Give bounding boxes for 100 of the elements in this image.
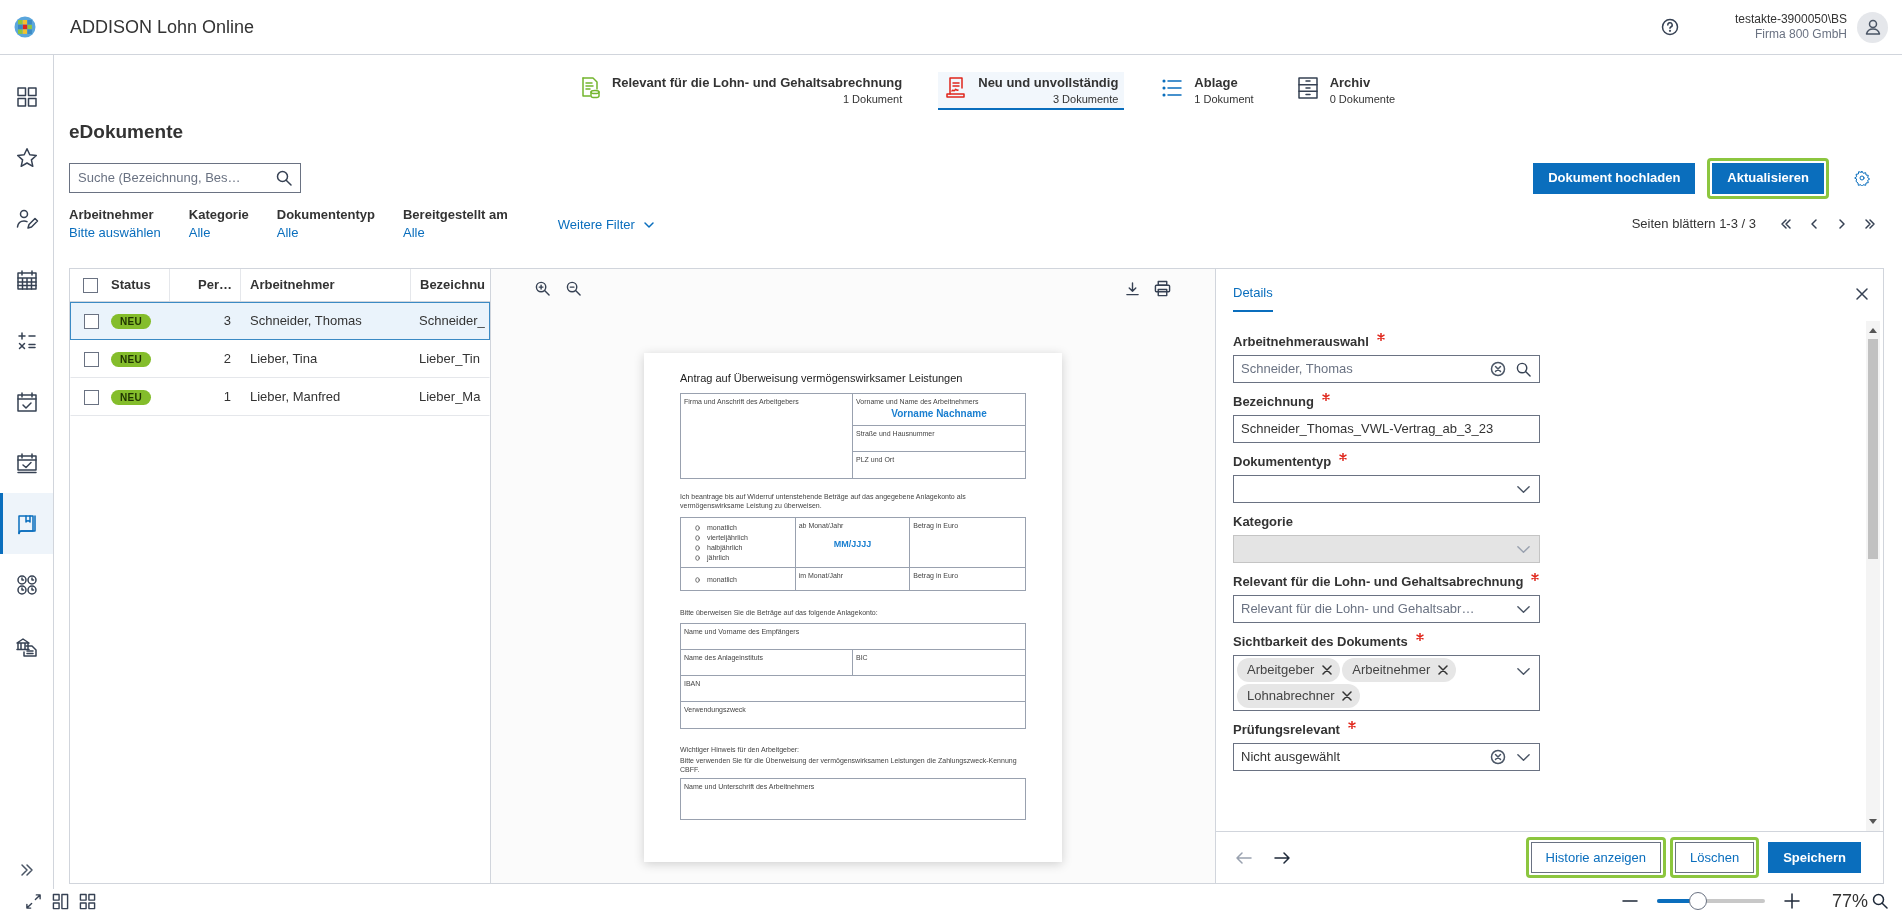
download-icon[interactable] [1125, 280, 1140, 296]
grid-icon [14, 84, 39, 109]
clear-icon[interactable] [1490, 361, 1506, 377]
column-header[interactable]: Status [111, 275, 151, 295]
field-label: Relevant für die Lohn- und Gehaltsabrechnung [1233, 573, 1524, 590]
sidebar-item[interactable] [0, 493, 53, 554]
help-icon[interactable] [1660, 18, 1679, 36]
radio-circle-icon [695, 524, 700, 531]
filter-value[interactable]: Alle [403, 224, 508, 242]
filter-value[interactable]: Bitte auswählen [69, 224, 161, 242]
period-cell-text: 2 [223, 350, 231, 369]
plus-icon[interactable] [1783, 893, 1800, 909]
form-name-placeholder: Vorname Nachname [890, 407, 988, 421]
action-button[interactable]: Dokument hochladen [1533, 162, 1696, 194]
footer-button[interactable]: Löschen [1675, 842, 1755, 873]
document-title: Antrag auf Überweisung vermögenswirksamer Leistungen [680, 371, 964, 385]
table-row[interactable]: NEU 1 Lieber, Manfred Lieber_Ma [70, 378, 490, 416]
footer-button[interactable]: Historie anzeigen [1530, 842, 1661, 873]
filter-label: Dokumententyp [276, 206, 375, 224]
search-input[interactable]: Suche (Bezeichnung, Bes… [78, 168, 276, 188]
status-badge: NEU [111, 313, 151, 329]
tag-chip[interactable]: Lohnabrechner [1237, 684, 1361, 708]
split-view-icon[interactable] [52, 892, 69, 910]
title-cell: Lieber_Ma [419, 389, 481, 405]
printer-icon[interactable] [1154, 279, 1171, 297]
more-filters-button[interactable]: Weitere Filter [557, 215, 655, 235]
page-title: eDokumente [69, 120, 185, 145]
input-field[interactable]: Schneider_Thomas_VWL-Vertrag_ab_3_23 [1233, 415, 1540, 443]
dropdown-field[interactable]: Relevant für die Lohn- und Gehaltsabr… [1233, 595, 1540, 623]
period-cell-text: 1 [223, 388, 231, 407]
filter-value[interactable]: Alle [276, 224, 375, 242]
remove-icon[interactable] [1342, 691, 1353, 701]
employee-cell: Lieber, Tina [250, 351, 318, 367]
calendar-check-icon [14, 450, 39, 475]
field-label: Bezeichnung [1233, 393, 1314, 410]
date-placeholder: MM/JJJJ [832, 538, 873, 550]
checkbox[interactable] [83, 351, 99, 367]
arrow-right-icon[interactable] [1274, 849, 1290, 866]
field-label: Sichtbarkeit des Dokuments [1233, 633, 1408, 650]
chevrons-left-icon[interactable] [1779, 216, 1793, 231]
zoom-in-icon[interactable] [535, 280, 550, 296]
file-cabinet-icon [1295, 76, 1320, 100]
document-tab[interactable]: Archiv 0 Dokumente [1289, 72, 1402, 110]
radio-circle-icon [695, 544, 700, 551]
checkbox[interactable] [83, 277, 98, 293]
dropdown-field[interactable] [1233, 475, 1540, 503]
tags-field[interactable]: Arbeitgeber Arbeitnehmer Lohnabrechner [1233, 655, 1540, 711]
filter-value[interactable]: Alle [188, 224, 249, 242]
text-input[interactable]: Schneider, Thomas [1241, 359, 1480, 379]
footer-button[interactable]: Speichern [1768, 842, 1861, 873]
expand-arrows-icon[interactable] [25, 892, 42, 910]
remove-icon[interactable] [1322, 665, 1333, 675]
field-label: Dokumententyp [1233, 453, 1332, 470]
scroll-down-icon [1869, 819, 1877, 825]
company-name: Firma 800 GmbH [1754, 27, 1847, 42]
search-field[interactable]: Suche (Bezeichnung, Bes… [69, 163, 301, 193]
dropdown-field[interactable]: Nicht ausgewählt [1233, 743, 1540, 771]
checkbox[interactable] [83, 389, 99, 405]
avatar[interactable] [1857, 11, 1888, 43]
close-icon[interactable] [1855, 287, 1869, 301]
scrollbar-thumb[interactable] [1868, 339, 1878, 559]
column-header[interactable]: Per… [198, 275, 232, 295]
search-icon[interactable] [1516, 361, 1531, 377]
action-button[interactable]: Aktualisieren [1712, 162, 1824, 194]
document-tab[interactable]: Relevant für die Lohn- und Gehaltsabrechnung 1 Dokument [571, 72, 909, 110]
field-label: Prüfungsrelevant [1233, 721, 1340, 738]
clocks-icon [14, 572, 39, 597]
title-cell: Schneider_ [419, 313, 485, 329]
dropdown-input[interactable]: Relevant für die Lohn- und Gehaltsabr… [1241, 599, 1506, 619]
user-name: testakte-3900050\BS [1734, 12, 1847, 27]
clear-icon[interactable] [1490, 749, 1506, 765]
column-header[interactable]: Bezeichnu [420, 275, 485, 295]
details-tab[interactable]: Details [1233, 281, 1273, 312]
scrollbar[interactable] [1866, 321, 1880, 831]
logo-icon [14, 16, 36, 38]
zoom-out-icon[interactable] [566, 280, 581, 296]
tag-chip[interactable]: Arbeitgeber [1237, 658, 1341, 682]
chevrons-right-icon[interactable] [1863, 216, 1877, 231]
input-field[interactable]: Schneider, Thomas [1233, 355, 1540, 383]
column-header[interactable]: Arbeitnehmer [250, 275, 335, 295]
grid-view-icon[interactable] [79, 892, 96, 910]
document-tab[interactable]: Neu und unvollständig 3 Dokumente [938, 72, 1125, 110]
status-badge: NEU [111, 389, 151, 405]
settings-icon[interactable] [1854, 170, 1870, 186]
remove-icon[interactable] [1438, 665, 1449, 675]
search-icon[interactable] [1872, 893, 1888, 909]
dropdown-input[interactable]: Nicht ausgewählt [1241, 747, 1480, 767]
checkbox[interactable] [83, 313, 99, 329]
text-input[interactable]: Schneider_Thomas_VWL-Vertrag_ab_3_23 [1241, 419, 1531, 439]
document-tab[interactable]: Ablage 1 Dokument [1154, 72, 1260, 110]
app-title: ADDISON Lohn Online [70, 15, 255, 39]
search-icon [276, 170, 292, 186]
table-row[interactable]: NEU 2 Lieber, Tina Lieber_Tin [70, 340, 490, 378]
title-cell: Lieber_Tin [419, 351, 480, 367]
user-icon [1863, 18, 1882, 36]
table-row[interactable]: NEU 3 Schneider, Thomas Schneider_ [70, 302, 490, 340]
radio-circle-icon [695, 576, 700, 583]
pager-text: Seiten blättern 1-3 / 3 [1631, 215, 1756, 233]
tag-chip[interactable]: Arbeitnehmer [1342, 658, 1457, 682]
slider-thumb[interactable] [1689, 892, 1707, 910]
